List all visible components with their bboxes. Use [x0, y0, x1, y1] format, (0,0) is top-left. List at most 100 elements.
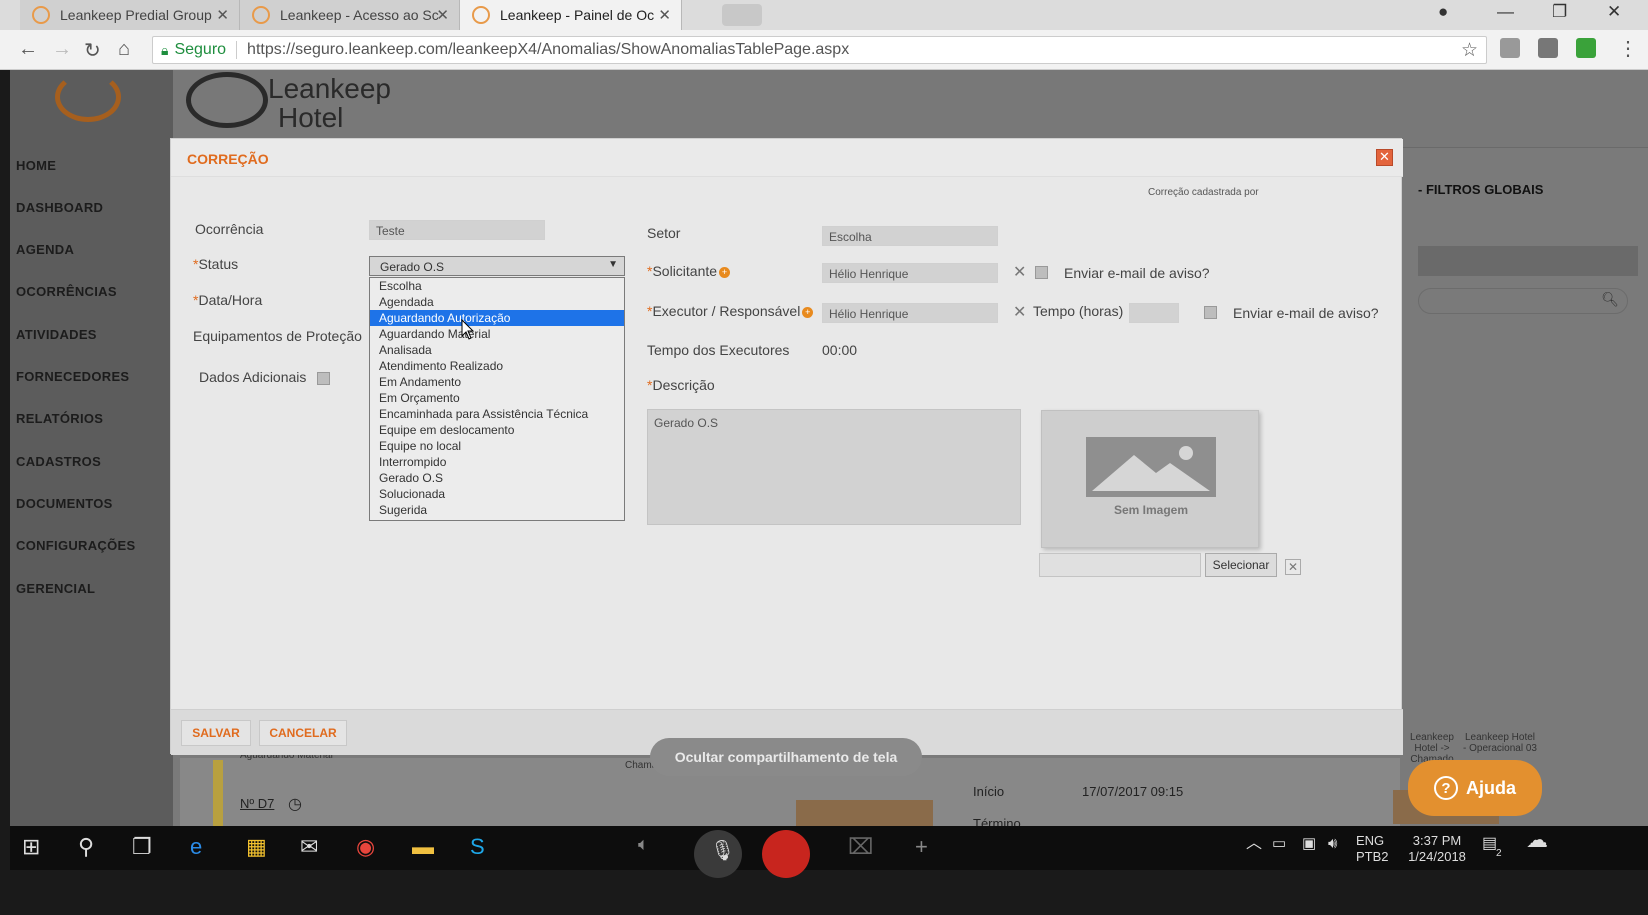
status-option[interactable]: Em Andamento [370, 374, 624, 390]
dados-adicionais-checkbox[interactable] [317, 372, 330, 385]
sidebar-item-gerencial[interactable]: GERENCIAL [16, 581, 95, 596]
tab-title: Leankeep Predial Group [60, 7, 212, 23]
status-select[interactable]: Gerado O.S ▼ [369, 256, 625, 276]
descricao-textarea[interactable]: Gerado O.S [647, 409, 1021, 525]
extension-icon[interactable] [1500, 38, 1520, 58]
hangup-button[interactable] [762, 830, 810, 878]
sidebar-item-atividades[interactable]: ATIVIDADES [16, 327, 97, 342]
status-option[interactable]: Aguardando Material [370, 326, 624, 342]
right-search-input[interactable]: 🔍︎ [1418, 288, 1628, 314]
cancelar-button[interactable]: CANCELAR [259, 720, 347, 746]
status-option[interactable]: Encaminhada para Assistência Técnica [370, 406, 624, 422]
skype-icon[interactable]: S [470, 834, 485, 860]
close-tab-icon[interactable]: ✕ [216, 6, 229, 24]
volume-control-icon[interactable]: 🔈︎ [638, 834, 649, 855]
sidebar-item-documentos[interactable]: DOCUMENTOS [16, 496, 113, 511]
file-path-input[interactable] [1039, 553, 1201, 577]
occurrence-number-link[interactable]: Nº D7 [240, 796, 274, 811]
filtros-globais-link[interactable]: - FILTROS GLOBAIS [1418, 182, 1543, 197]
bookmark-star-icon[interactable]: ☆ [1461, 39, 1478, 62]
setor-field[interactable]: Escolha [822, 226, 998, 246]
tab-leankeep-acesso[interactable]: Leankeep - Acesso ao Sc ✕ [240, 0, 460, 30]
status-option[interactable]: Agendada [370, 294, 624, 310]
battery-icon[interactable]: ▭ [1272, 836, 1286, 852]
image-placeholder-icon [1086, 437, 1216, 497]
clear-executor-icon[interactable]: ✕ [1013, 302, 1026, 322]
task-view-icon[interactable]: ❐ [132, 834, 152, 860]
sidebar-item-fornecedores[interactable]: FORNECEDORES [16, 369, 129, 384]
language-indicator[interactable]: ENG PTB2 [1356, 833, 1389, 865]
inicio-value: 17/07/2017 09:15 [1082, 784, 1184, 799]
tab-leankeep-predial[interactable]: Leankeep Predial Group ✕ [20, 0, 240, 30]
new-tab-button[interactable] [722, 4, 762, 26]
extension-icon[interactable] [1538, 38, 1558, 58]
tempo-horas-field[interactable] [1129, 303, 1179, 323]
reload-icon[interactable]: ↻ [84, 38, 101, 63]
clear-file-icon[interactable]: ✕ [1285, 559, 1301, 575]
sidebar-item-relatorios[interactable]: RELATÓRIOS [16, 411, 103, 426]
executor-field[interactable]: Hélio Henrique [822, 303, 998, 323]
selecionar-button[interactable]: Selecionar [1205, 553, 1277, 577]
status-option[interactable]: Analisada [370, 342, 624, 358]
search-icon[interactable]: ⚲ [78, 834, 94, 860]
store-icon[interactable]: ▦ [246, 834, 267, 860]
menu-kebab-icon[interactable]: ⋮ [1618, 36, 1638, 61]
close-tab-icon[interactable]: ✕ [436, 6, 449, 24]
solicitante-field[interactable]: Hélio Henrique [822, 263, 998, 283]
status-option[interactable]: Solucionada [370, 486, 624, 502]
close-modal-button[interactable]: ✕ [1376, 149, 1393, 166]
close-window-icon[interactable]: ✕ [1607, 2, 1621, 22]
onedrive-cloud-icon[interactable]: ☁ [1526, 829, 1548, 851]
browser-tabbar: Leankeep Predial Group ✕ Leankeep - Aces… [0, 0, 1648, 30]
tab-leankeep-painel[interactable]: Leankeep - Painel de Oc ✕ [460, 0, 682, 30]
lang-line1: ENG [1356, 833, 1385, 848]
notifications-icon[interactable]: ▤ [1482, 836, 1497, 852]
status-option[interactable]: Sugerida [370, 502, 624, 518]
mail-icon[interactable]: ✉ [300, 834, 318, 860]
descricao-label: *Descrição [647, 377, 715, 393]
extension-icon[interactable] [1576, 38, 1596, 58]
network-icon[interactable]: ▣ [1302, 836, 1316, 852]
file-explorer-icon[interactable]: ▬ [412, 834, 434, 860]
enviar-email-executor-checkbox[interactable] [1204, 306, 1217, 319]
sidebar-item-cadastros[interactable]: CADASTROS [16, 454, 101, 469]
ocultar-compartilhamento-button[interactable]: Ocultar compartilhamento de tela [650, 738, 922, 776]
sidebar-item-home[interactable]: HOME [16, 158, 56, 173]
add-icon[interactable]: + [915, 834, 928, 860]
video-off-icon[interactable]: ⌧ [848, 834, 873, 860]
minimize-icon[interactable]: — [1497, 2, 1514, 22]
sidebar-item-dashboard[interactable]: DASHBOARD [16, 200, 103, 215]
status-option[interactable]: Atendimento Realizado [370, 358, 624, 374]
profile-icon[interactable]: ● [1438, 2, 1448, 22]
restore-icon[interactable]: ❐ [1552, 2, 1567, 22]
edge-icon[interactable]: e [190, 834, 202, 860]
close-tab-icon[interactable]: ✕ [658, 6, 671, 24]
status-option-highlighted[interactable]: Aguardando Autorização [370, 310, 624, 326]
back-icon[interactable]: ← [18, 38, 38, 61]
ocorrencia-field[interactable]: Teste [369, 220, 545, 240]
tray-chevron-icon[interactable]: ︿ [1246, 836, 1262, 852]
home-icon[interactable]: ⌂ [118, 38, 130, 61]
status-option[interactable]: Equipe em deslocamento [370, 422, 624, 438]
url-bar[interactable]: 🔒︎ Seguro https://seguro.leankeep.com/le… [152, 36, 1487, 64]
sidebar-item-configuracoes[interactable]: CONFIGURAÇÕES [16, 538, 135, 553]
status-option[interactable]: Gerado O.S [370, 470, 624, 486]
sidebar-item-ocorrencias[interactable]: OCORRÊNCIAS [16, 284, 117, 299]
salvar-button[interactable]: SALVAR [181, 720, 251, 746]
search-icon[interactable]: 🔍︎ [1601, 291, 1619, 308]
speaker-icon[interactable]: 🔊︎ [1328, 836, 1337, 852]
url-divider [236, 41, 238, 59]
windows-start-icon[interactable]: ⊞ [22, 834, 40, 860]
chrome-icon[interactable]: ◉ [356, 834, 375, 860]
sidebar-item-agenda[interactable]: AGENDA [16, 242, 74, 257]
enviar-email-solicitante-checkbox[interactable] [1035, 266, 1048, 279]
clear-solicitante-icon[interactable]: ✕ [1013, 262, 1026, 282]
status-option[interactable]: Escolha [370, 278, 624, 294]
ajuda-button[interactable]: ? Ajuda [1408, 760, 1542, 816]
status-option[interactable]: Equipe no local [370, 438, 624, 454]
status-option[interactable]: Em Orçamento [370, 390, 624, 406]
clock[interactable]: 3:37 PM 1/24/2018 [1402, 833, 1472, 865]
status-option[interactable]: Interrompido [370, 454, 624, 470]
enviar-email-label: Enviar e-mail de aviso? [1064, 265, 1210, 281]
forward-icon[interactable]: → [52, 38, 72, 61]
